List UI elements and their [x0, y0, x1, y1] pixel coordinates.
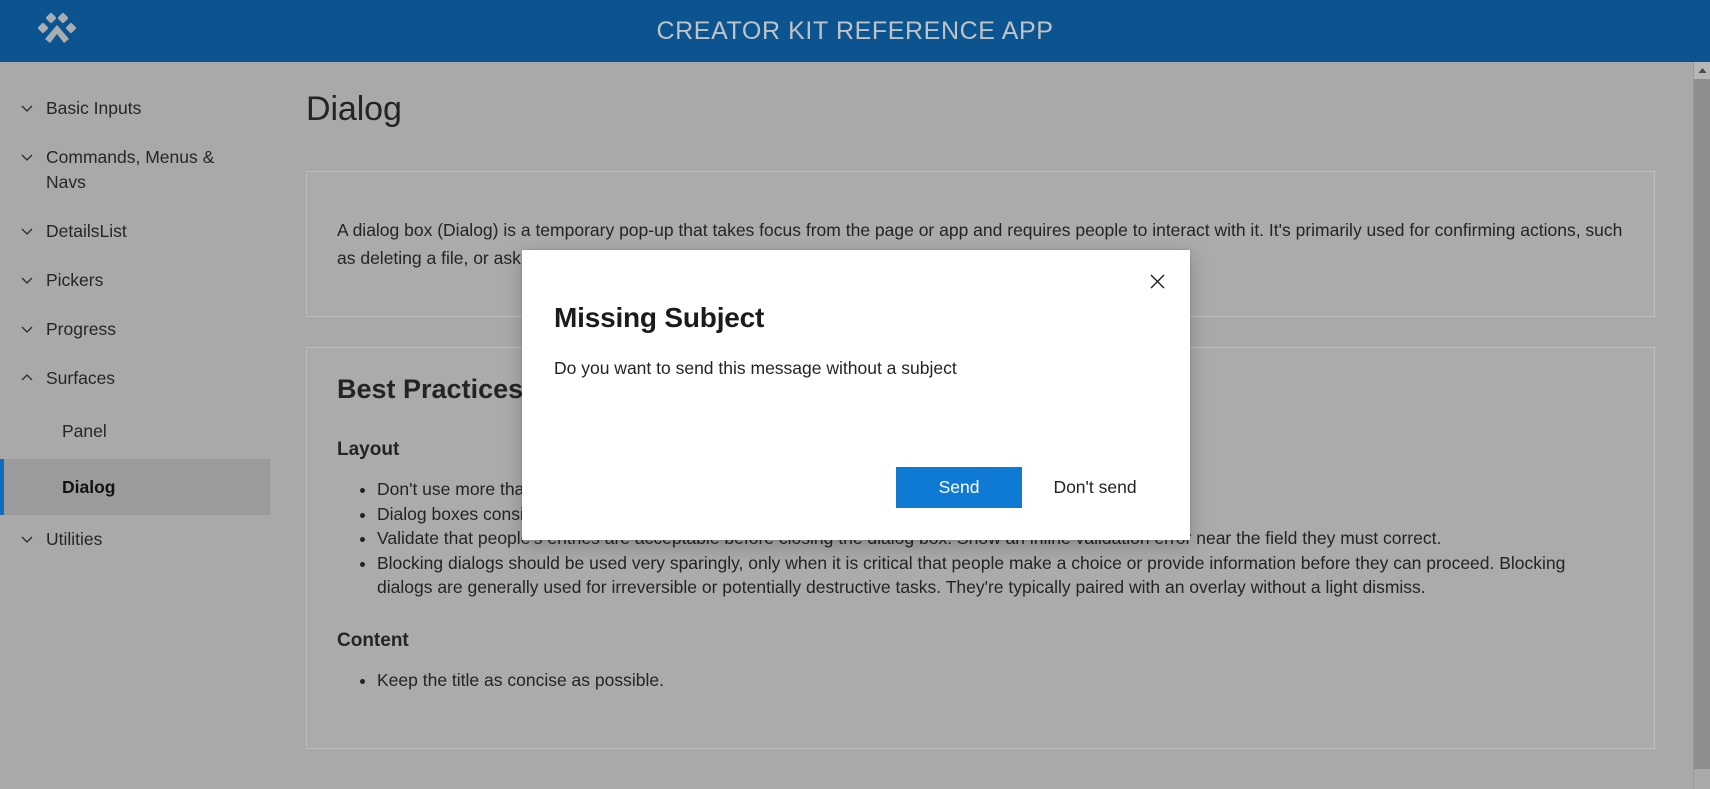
scroll-up-arrow-icon[interactable]: [1694, 62, 1710, 79]
close-icon[interactable]: [1140, 264, 1174, 298]
sidebar-item-surfaces[interactable]: Surfaces: [0, 354, 270, 403]
sidebar-item-label: DetailsList: [46, 221, 127, 241]
chevron-up-icon: [14, 366, 40, 386]
sidebar-item-label: Dialog: [62, 476, 116, 497]
dialog-modal: Missing Subject Do you want to send this…: [522, 250, 1190, 540]
sidebar-item-detailslist[interactable]: DetailsList: [0, 207, 270, 256]
chevron-down-icon: [14, 96, 40, 116]
app-header: CREATOR KIT REFERENCE APP: [0, 0, 1710, 62]
chevron-down-icon: [14, 527, 40, 547]
sidebar-item-panel[interactable]: Panel: [0, 403, 270, 459]
sidebar-item-label: Pickers: [46, 270, 104, 290]
chevron-down-icon: [14, 219, 40, 239]
sidebar-item-label: Commands, Menus & Navs: [46, 147, 215, 192]
sidebar-item-utilities[interactable]: Utilities: [0, 515, 270, 564]
dialog-subtext: Do you want to send this message without…: [554, 358, 957, 378]
page-title: Dialog: [306, 90, 402, 128]
list-item: Blocking dialogs should be used very spa…: [377, 551, 1624, 600]
sidebar-item-basic-inputs[interactable]: Basic Inputs: [0, 84, 270, 133]
sidebar-item-label: Panel: [62, 420, 107, 441]
sidebar-item-label: Surfaces: [46, 368, 116, 388]
dialog-footer: Send Don't send: [554, 467, 1158, 540]
scrollbar-thumb[interactable]: [1694, 79, 1710, 769]
dialog-title: Missing Subject: [554, 302, 765, 333]
sidebar-item-commands-menus-navs[interactable]: Commands, Menus & Navs: [0, 133, 270, 207]
content-subtitle: Content: [337, 629, 409, 651]
chevron-down-icon: [14, 317, 40, 337]
app-root: CREATOR KIT REFERENCE APP Basic Inputs C…: [0, 0, 1710, 789]
dont-send-button[interactable]: Don't send: [1032, 467, 1158, 508]
chevron-down-icon: [14, 268, 40, 288]
sidebar-item-label: Progress: [46, 319, 117, 339]
paw-print-icon[interactable]: [38, 12, 78, 50]
app-title: CREATOR KIT REFERENCE APP: [656, 16, 1054, 45]
sidebar-item-label: Utilities: [46, 529, 103, 549]
sidebar-item-progress[interactable]: Progress: [0, 305, 270, 354]
sidebar-item-label: Basic Inputs: [46, 98, 142, 118]
content-bullet-list: Keep the title as concise as possible.: [357, 668, 1624, 693]
sidebar-item-dialog[interactable]: Dialog: [0, 459, 270, 515]
list-item: Keep the title as concise as possible.: [377, 668, 1624, 693]
vertical-scrollbar[interactable]: [1693, 62, 1710, 789]
send-button[interactable]: Send: [896, 467, 1022, 508]
sidebar-item-pickers[interactable]: Pickers: [0, 256, 270, 305]
sidebar-nav: Basic Inputs Commands, Menus & Navs Deta…: [0, 62, 270, 789]
chevron-down-icon: [14, 145, 40, 165]
